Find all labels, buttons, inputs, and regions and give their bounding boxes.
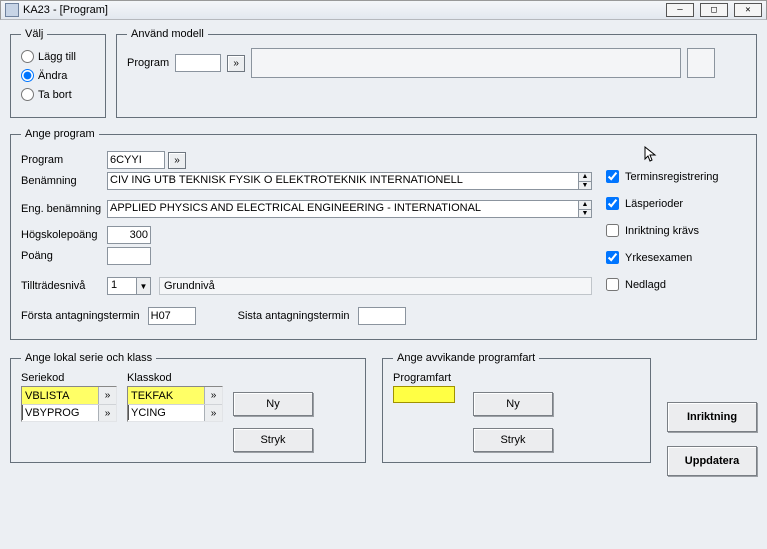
benamning-label: Benämning (21, 175, 107, 187)
modell-group: Använd modell Program » (116, 28, 757, 118)
tilltrades-text: Grundnivå (159, 277, 592, 295)
fart-group: Ange avvikande programfart Programfart N… (382, 352, 651, 463)
app-icon (5, 3, 19, 17)
arrow-icon[interactable]: » (204, 387, 222, 404)
tilltrades-combo[interactable]: 1 ▼ (107, 277, 151, 295)
engbenamning-label: Eng. benämning (21, 203, 107, 215)
list-item[interactable]: YCING» (128, 404, 222, 421)
fart-legend: Ange avvikande programfart (393, 352, 539, 364)
window-title: KA23 - [Program] (23, 4, 666, 16)
forsta-label: Första antagningstermin (21, 310, 140, 322)
chevron-down-icon[interactable]: ▼ (136, 278, 150, 294)
radio-lagg-till[interactable]: Lägg till (21, 50, 95, 63)
program-input[interactable] (107, 151, 165, 169)
modell-desc-box (251, 48, 681, 78)
radio-andra[interactable]: Ändra (21, 69, 95, 82)
uppdatera-button[interactable]: Uppdatera (667, 446, 757, 476)
valj-legend: Välj (21, 28, 47, 40)
forsta-input[interactable] (148, 307, 196, 325)
hpoang-input[interactable] (107, 226, 151, 244)
benamning-input[interactable]: CIV ING UTB TEKNISK FYSIK O ELEKTROTEKNI… (107, 172, 592, 190)
chk-lasperioder[interactable]: Läsperioder (606, 197, 746, 210)
program-label: Program (21, 154, 107, 166)
sista-input[interactable] (358, 307, 406, 325)
fart-stryk-button[interactable]: Stryk (473, 428, 553, 452)
serie-ny-button[interactable]: Ny (233, 392, 313, 416)
spin-down-icon[interactable]: ▼ (578, 210, 591, 218)
chk-yrkes[interactable]: Yrkesexamen (606, 251, 746, 264)
seriekod-label: Seriekod (21, 372, 117, 384)
valj-group: Välj Lägg till Ändra Ta bort (10, 28, 106, 118)
hpoang-label: Högskolepoäng (21, 229, 107, 241)
poang-label: Poäng (21, 250, 107, 262)
arrow-icon[interactable]: » (98, 405, 116, 421)
poang-input[interactable] (107, 247, 151, 265)
radio-andra-input[interactable] (21, 69, 34, 82)
chk-nedlagd[interactable]: Nedlagd (606, 278, 746, 291)
modell-program-input[interactable] (175, 54, 221, 72)
sista-label: Sista antagningstermin (238, 310, 350, 322)
program-lookup-icon[interactable]: » (168, 152, 186, 169)
list-item[interactable]: TEKFAK» (128, 387, 222, 404)
ange-program-group: Ange program Program » Benämning CIV ING… (10, 128, 757, 340)
modell-lookup-icon[interactable]: » (227, 55, 245, 72)
tilltrades-label: Tillträdesnivå (21, 280, 107, 292)
list-item[interactable]: VBYPROG» (22, 404, 116, 421)
programfart-label: Programfart (393, 372, 455, 384)
klasskod-list[interactable]: TEKFAK» YCING» (127, 386, 223, 422)
klasskod-label: Klasskod (127, 372, 223, 384)
spin-up-icon[interactable]: ▲ (578, 201, 591, 210)
arrow-icon[interactable]: » (204, 405, 222, 421)
spin-up-icon[interactable]: ▲ (578, 173, 591, 182)
maximize-button[interactable]: □ (700, 3, 728, 17)
modell-legend: Använd modell (127, 28, 208, 40)
ange-legend: Ange program (21, 128, 99, 140)
chk-terminsreg[interactable]: Terminsregistrering (606, 170, 746, 183)
close-button[interactable]: ✕ (734, 3, 762, 17)
titlebar: KA23 - [Program] — □ ✕ (0, 0, 767, 20)
radio-ta-bort[interactable]: Ta bort (21, 88, 95, 101)
modell-program-label: Program (127, 57, 169, 69)
engbenamning-input[interactable]: APPLIED PHYSICS AND ELECTRICAL ENGINEERI… (107, 200, 592, 218)
list-item[interactable]: VBLISTA» (22, 387, 116, 404)
inriktning-button[interactable]: Inriktning (667, 402, 757, 432)
spin-down-icon[interactable]: ▼ (578, 182, 591, 190)
arrow-icon[interactable]: » (98, 387, 116, 404)
serie-legend: Ange lokal serie och klass (21, 352, 156, 364)
modell-small-box (687, 48, 715, 78)
minimize-button[interactable]: — (666, 3, 694, 17)
serie-stryk-button[interactable]: Stryk (233, 428, 313, 452)
radio-lagg-till-input[interactable] (21, 50, 34, 63)
seriekod-list[interactable]: VBLISTA» VBYPROG» (21, 386, 117, 422)
radio-ta-bort-input[interactable] (21, 88, 34, 101)
programfart-input[interactable] (393, 386, 455, 403)
chk-inriktning[interactable]: Inriktning krävs (606, 224, 746, 237)
serie-group: Ange lokal serie och klass Seriekod VBLI… (10, 352, 366, 463)
fart-ny-button[interactable]: Ny (473, 392, 553, 416)
